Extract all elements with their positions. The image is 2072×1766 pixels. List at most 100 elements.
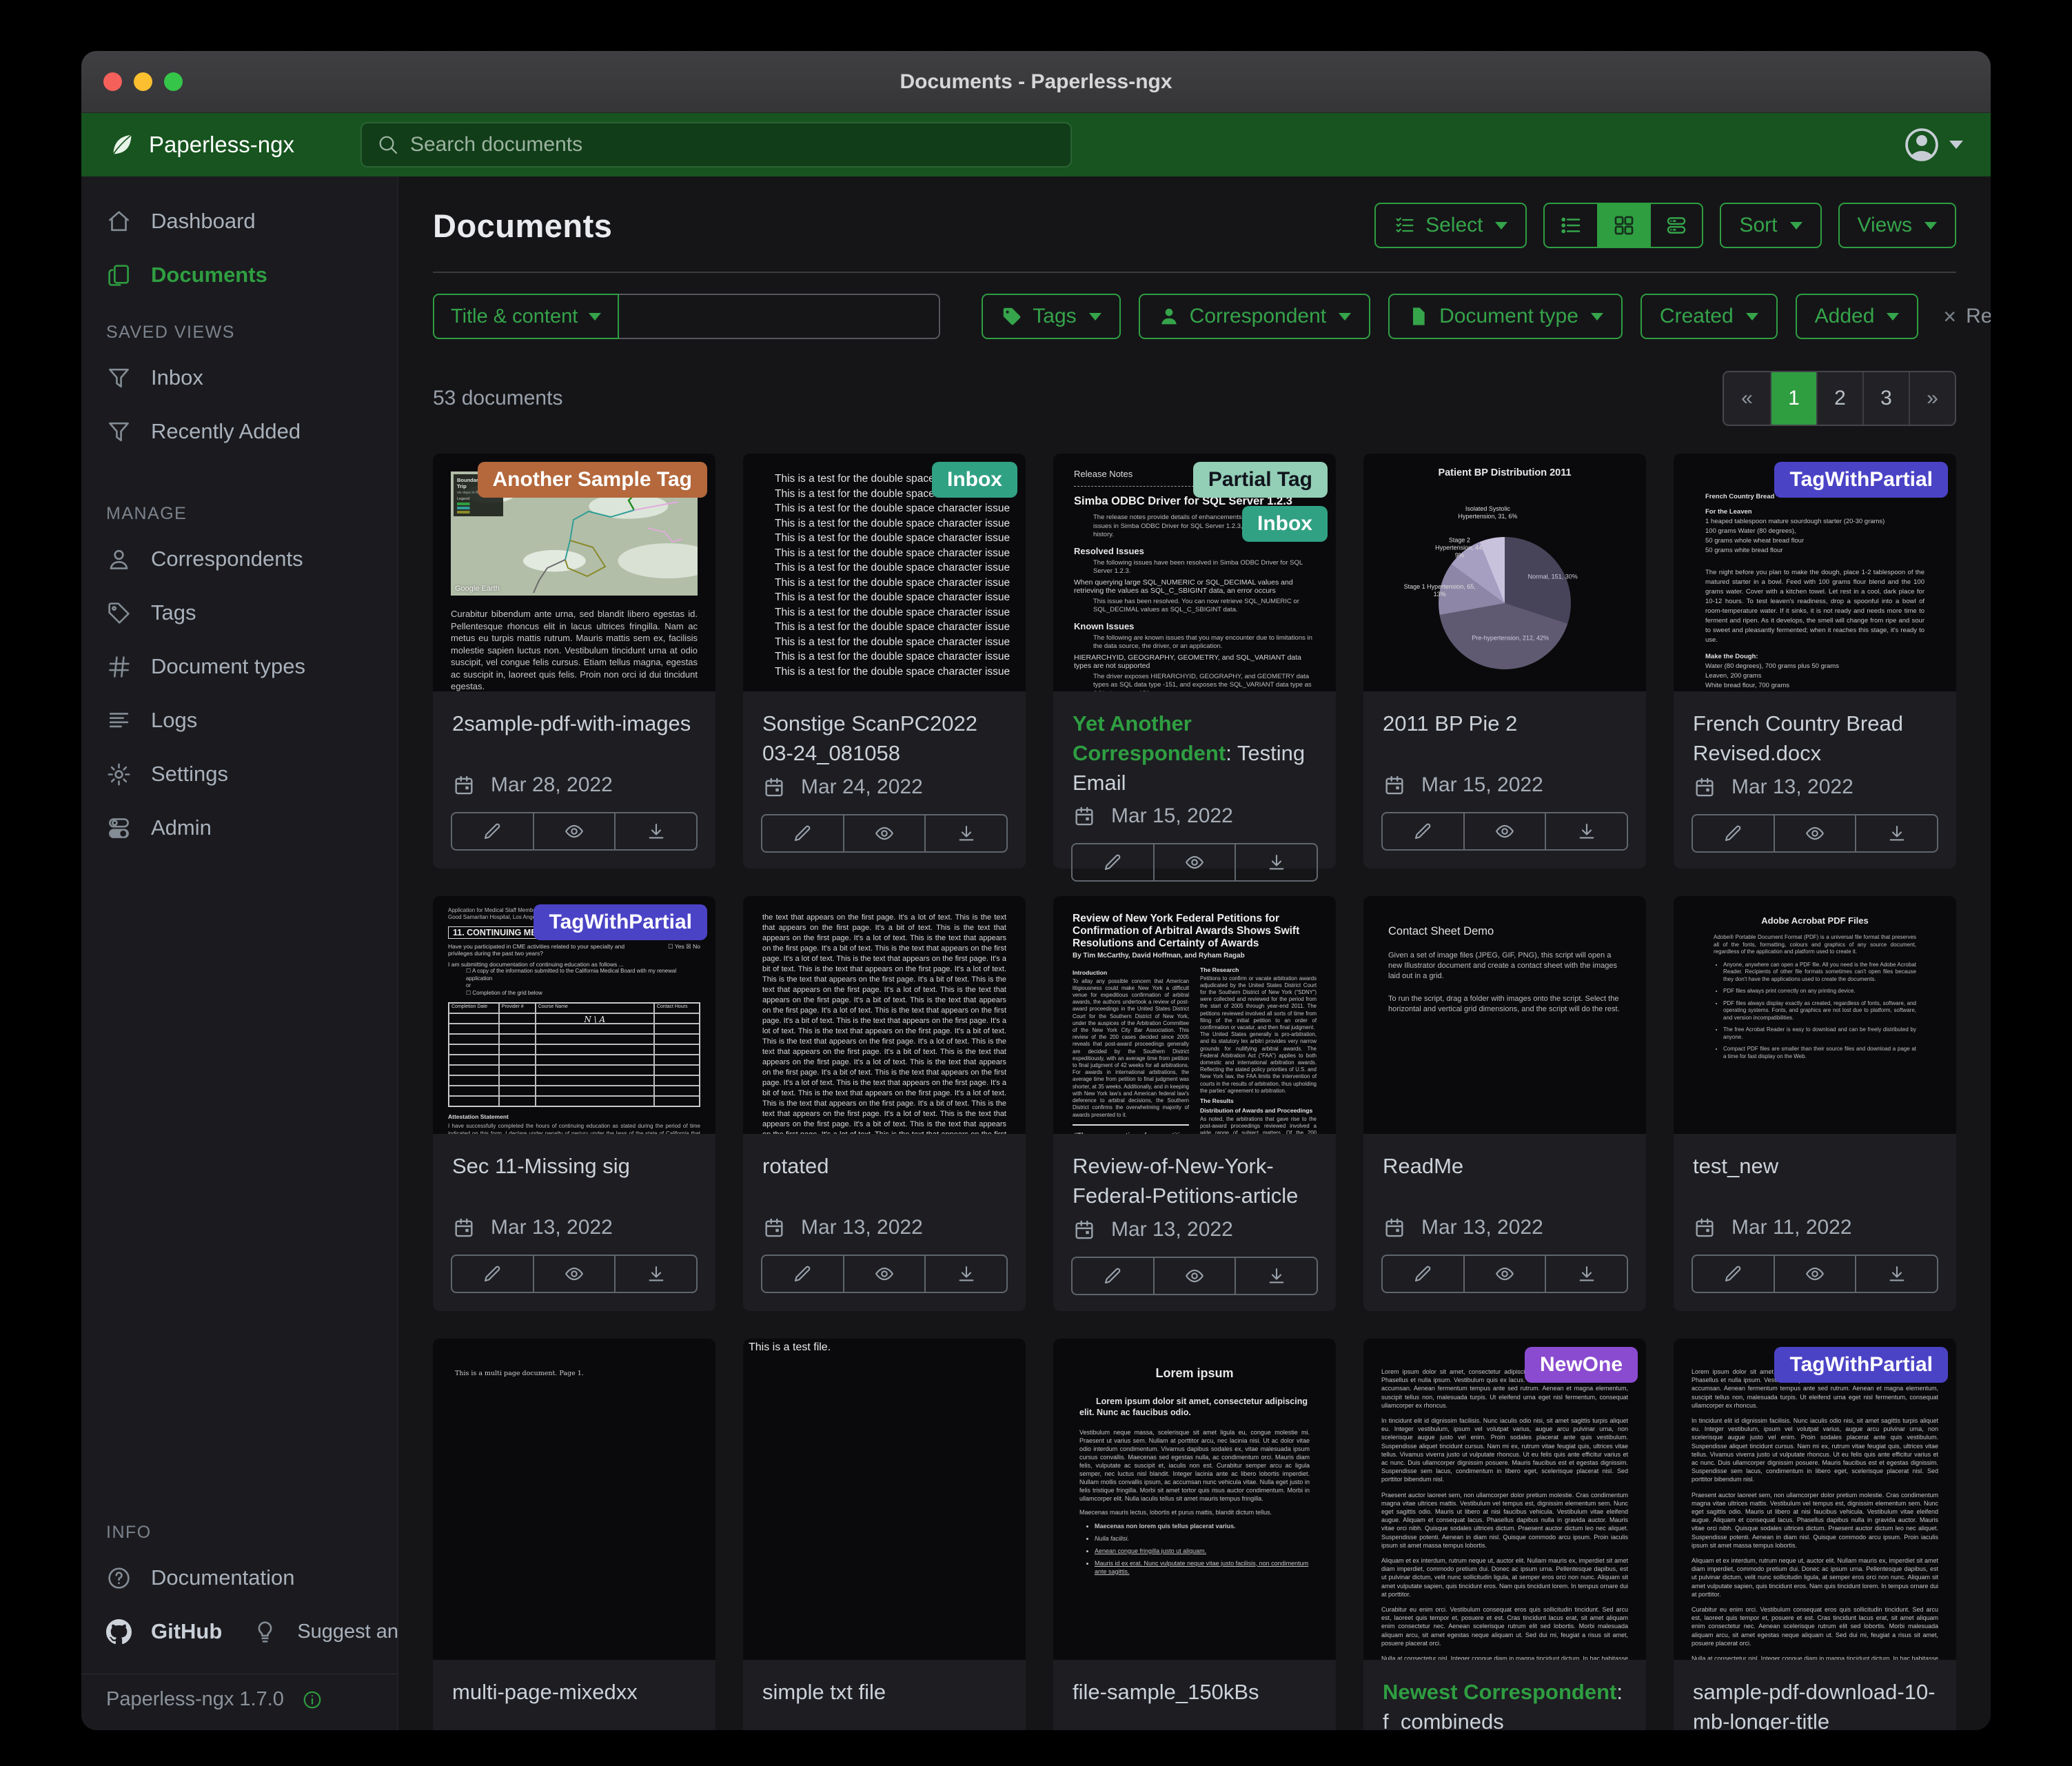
sidebar-item-documentation[interactable]: Documentation — [81, 1551, 398, 1605]
document-title[interactable]: file-sample_150kBs — [1053, 1660, 1336, 1714]
edit-document-button[interactable] — [1692, 1255, 1775, 1293]
document-title[interactable]: Newest Correspondent: f_combineds — [1363, 1660, 1646, 1730]
document-thumbnail[interactable]: Lorem ipsum dolor sit amet, consectetur … — [1363, 1339, 1646, 1660]
sidebar-item-settings[interactable]: Settings — [81, 747, 398, 801]
edit-document-button[interactable] — [451, 812, 534, 851]
view-details-button[interactable] — [1649, 204, 1702, 247]
document-title[interactable]: sample-pdf-download-10-mb-longer-title — [1674, 1660, 1956, 1730]
tag-badge[interactable]: Another Sample Tag — [478, 462, 707, 498]
view-document-button[interactable] — [1775, 814, 1857, 853]
edit-document-button[interactable] — [761, 814, 844, 853]
document-thumbnail[interactable]: Lorem ipsumLorem ipsum dolor sit amet, c… — [1053, 1339, 1336, 1660]
edit-document-button[interactable] — [451, 1255, 534, 1293]
document-title[interactable]: ReadMe — [1363, 1134, 1646, 1188]
document-title[interactable]: test_new — [1674, 1134, 1956, 1188]
filter-text-input[interactable] — [619, 294, 940, 339]
tag-badge[interactable]: Inbox — [932, 462, 1017, 498]
tag-badge[interactable]: Inbox — [1242, 506, 1328, 542]
sidebar-item-document-types[interactable]: Document types — [81, 640, 398, 693]
pagination-page-1[interactable]: 1 — [1770, 372, 1816, 425]
view-list-button[interactable] — [1545, 204, 1597, 247]
user-menu[interactable] — [1902, 125, 1963, 164]
filter-document-type-dropdown[interactable]: Document type — [1388, 294, 1623, 339]
filter-added-dropdown[interactable]: Added — [1796, 294, 1919, 339]
global-search[interactable] — [360, 122, 1072, 168]
document-thumbnail[interactable]: This is a test file. — [743, 1339, 1026, 1660]
view-grid-button[interactable] — [1597, 204, 1649, 247]
tag-badge[interactable]: NewOne — [1525, 1347, 1638, 1383]
edit-document-button[interactable] — [1692, 814, 1775, 853]
filter-field-dropdown[interactable]: Title & content — [433, 294, 619, 339]
download-document-button[interactable] — [1856, 1255, 1938, 1293]
sidebar-item-documents[interactable]: Documents — [81, 248, 398, 302]
view-document-button[interactable] — [1465, 812, 1547, 851]
view-document-button[interactable] — [1155, 843, 1237, 882]
sidebar-item-github[interactable]: GitHub — [81, 1605, 222, 1658]
download-document-button[interactable] — [1856, 814, 1938, 853]
pagination-next[interactable]: » — [1909, 372, 1955, 425]
pagination-page-3[interactable]: 3 — [1862, 372, 1909, 425]
document-title[interactable]: 2011 BP Pie 2 — [1363, 691, 1646, 746]
sidebar-item-correspondents[interactable]: Correspondents — [81, 532, 398, 586]
edit-document-button[interactable] — [1381, 812, 1465, 851]
tag-badge[interactable]: Partial Tag — [1193, 462, 1328, 498]
filter-correspondent-dropdown[interactable]: Correspondent — [1139, 294, 1370, 339]
download-document-button[interactable] — [1236, 843, 1318, 882]
document-thumbnail[interactable]: Adobe Acrobat PDF FilesAdobe® Portable D… — [1674, 896, 1956, 1134]
download-document-button[interactable] — [616, 812, 698, 851]
sidebar-item-inbox[interactable]: Inbox — [81, 351, 398, 405]
edit-document-button[interactable] — [761, 1255, 844, 1293]
edit-document-button[interactable] — [1071, 843, 1155, 882]
sidebar-item-recently-added[interactable]: Recently Added — [81, 405, 398, 458]
view-document-button[interactable] — [534, 812, 616, 851]
sidebar-item-tags[interactable]: Tags — [81, 586, 398, 640]
view-document-button[interactable] — [534, 1255, 616, 1293]
document-correspondent-link[interactable]: Yet Another Correspondent — [1073, 711, 1226, 765]
view-document-button[interactable] — [844, 1255, 926, 1293]
info-icon[interactable] — [302, 1689, 323, 1710]
filter-tags-dropdown[interactable]: Tags — [982, 294, 1120, 339]
document-title[interactable]: rotated — [743, 1134, 1026, 1188]
views-dropdown[interactable]: Views — [1838, 203, 1956, 248]
document-title[interactable]: multi-page-mixedxx — [433, 1660, 715, 1714]
document-thumbnail[interactable]: Contact Sheet DemoGiven a set of image f… — [1363, 896, 1646, 1134]
sidebar-item-logs[interactable]: Logs — [81, 693, 398, 747]
edit-document-button[interactable] — [1381, 1255, 1465, 1293]
pagination-page-2[interactable]: 2 — [1816, 372, 1862, 425]
download-document-button[interactable] — [1546, 812, 1628, 851]
sort-dropdown[interactable]: Sort — [1720, 203, 1821, 248]
document-thumbnail[interactable]: Patient BP Distribution 2011Isolated Sys… — [1363, 454, 1646, 691]
edit-document-button[interactable] — [1071, 1257, 1155, 1295]
tag-badge[interactable]: TagWithPartial — [1774, 1347, 1948, 1383]
pagination-prev[interactable]: « — [1724, 372, 1770, 425]
document-thumbnail[interactable]: Review of New York Federal Petitions for… — [1053, 896, 1336, 1134]
download-document-button[interactable] — [926, 1255, 1008, 1293]
document-title[interactable]: French Country Bread Revised.docx — [1674, 691, 1956, 775]
select-dropdown[interactable]: Select — [1374, 203, 1527, 248]
document-thumbnail[interactable]: Lorem ipsum dolor sit amet, consectetur … — [1674, 1339, 1956, 1660]
document-title[interactable]: Review-of-New-York-Federal-Petitions-art… — [1053, 1134, 1336, 1218]
document-title[interactable]: simple txt file — [743, 1660, 1026, 1714]
tag-badge[interactable]: TagWithPartial — [1774, 462, 1948, 498]
document-title[interactable]: Yet Another Correspondent: Testing Email — [1053, 691, 1336, 804]
sidebar-item-dashboard[interactable]: Dashboard — [81, 194, 398, 248]
document-title[interactable]: 2sample-pdf-with-images — [433, 691, 715, 746]
app-logo[interactable]: Paperless-ngx — [109, 132, 294, 158]
document-title[interactable]: Sec 11-Missing sig — [433, 1134, 715, 1188]
tag-badge[interactable]: TagWithPartial — [534, 904, 707, 940]
document-correspondent-link[interactable]: Newest Correspondent — [1383, 1680, 1616, 1704]
view-document-button[interactable] — [1775, 1255, 1857, 1293]
download-document-button[interactable] — [1546, 1255, 1628, 1293]
filter-created-dropdown[interactable]: Created — [1641, 294, 1778, 339]
document-thumbnail[interactable]: This is a multi page document. Page 1. — [433, 1339, 715, 1660]
download-document-button[interactable] — [1236, 1257, 1318, 1295]
download-document-button[interactable] — [616, 1255, 698, 1293]
document-thumbnail[interactable]: the text that appears on the first page.… — [743, 896, 1026, 1134]
reset-filters-button[interactable]: × Reset filters — [1943, 304, 1991, 329]
download-document-button[interactable] — [926, 814, 1008, 853]
view-document-button[interactable] — [844, 814, 926, 853]
sidebar-item-admin[interactable]: Admin — [81, 801, 398, 855]
view-document-button[interactable] — [1155, 1257, 1237, 1295]
document-title[interactable]: Sonstige ScanPC2022 03-24_081058 — [743, 691, 1026, 775]
search-input[interactable] — [410, 133, 1055, 156]
